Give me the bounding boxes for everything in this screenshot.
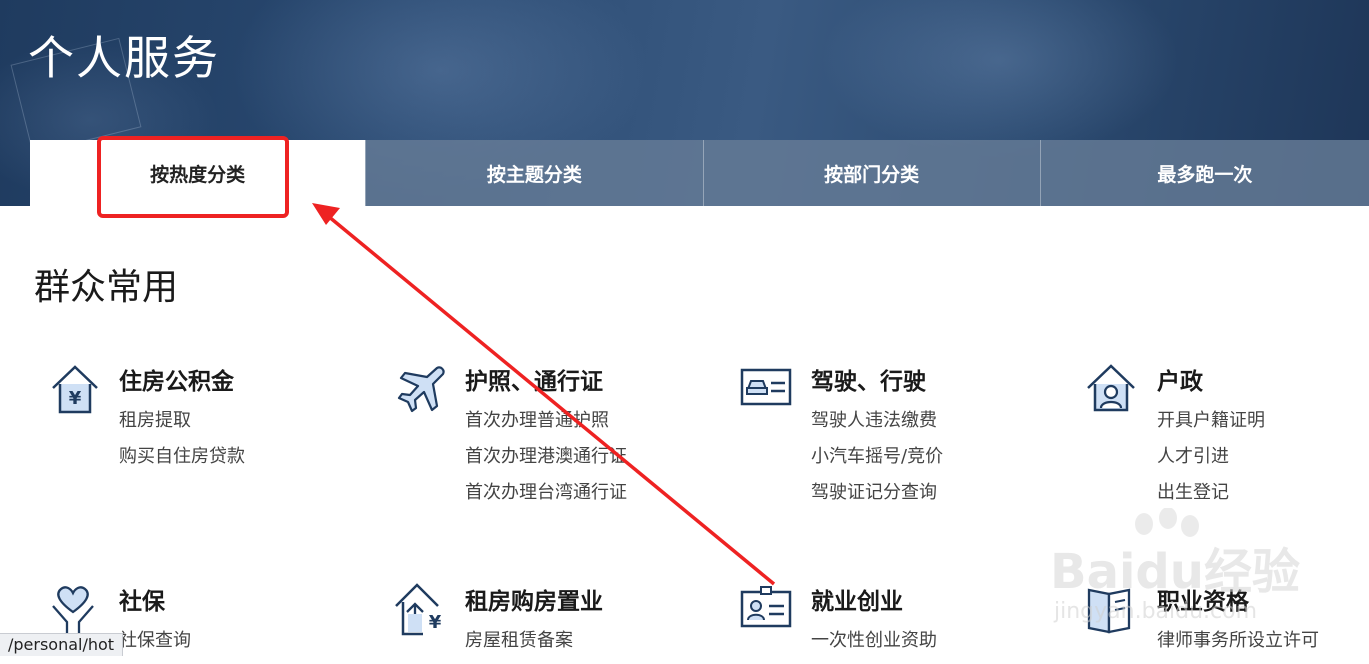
annotation-arrow-line	[326, 214, 776, 586]
highlight-box	[97, 136, 289, 218]
annotation-overlay	[97, 136, 776, 586]
status-bar-url: /personal/hot	[0, 633, 124, 656]
